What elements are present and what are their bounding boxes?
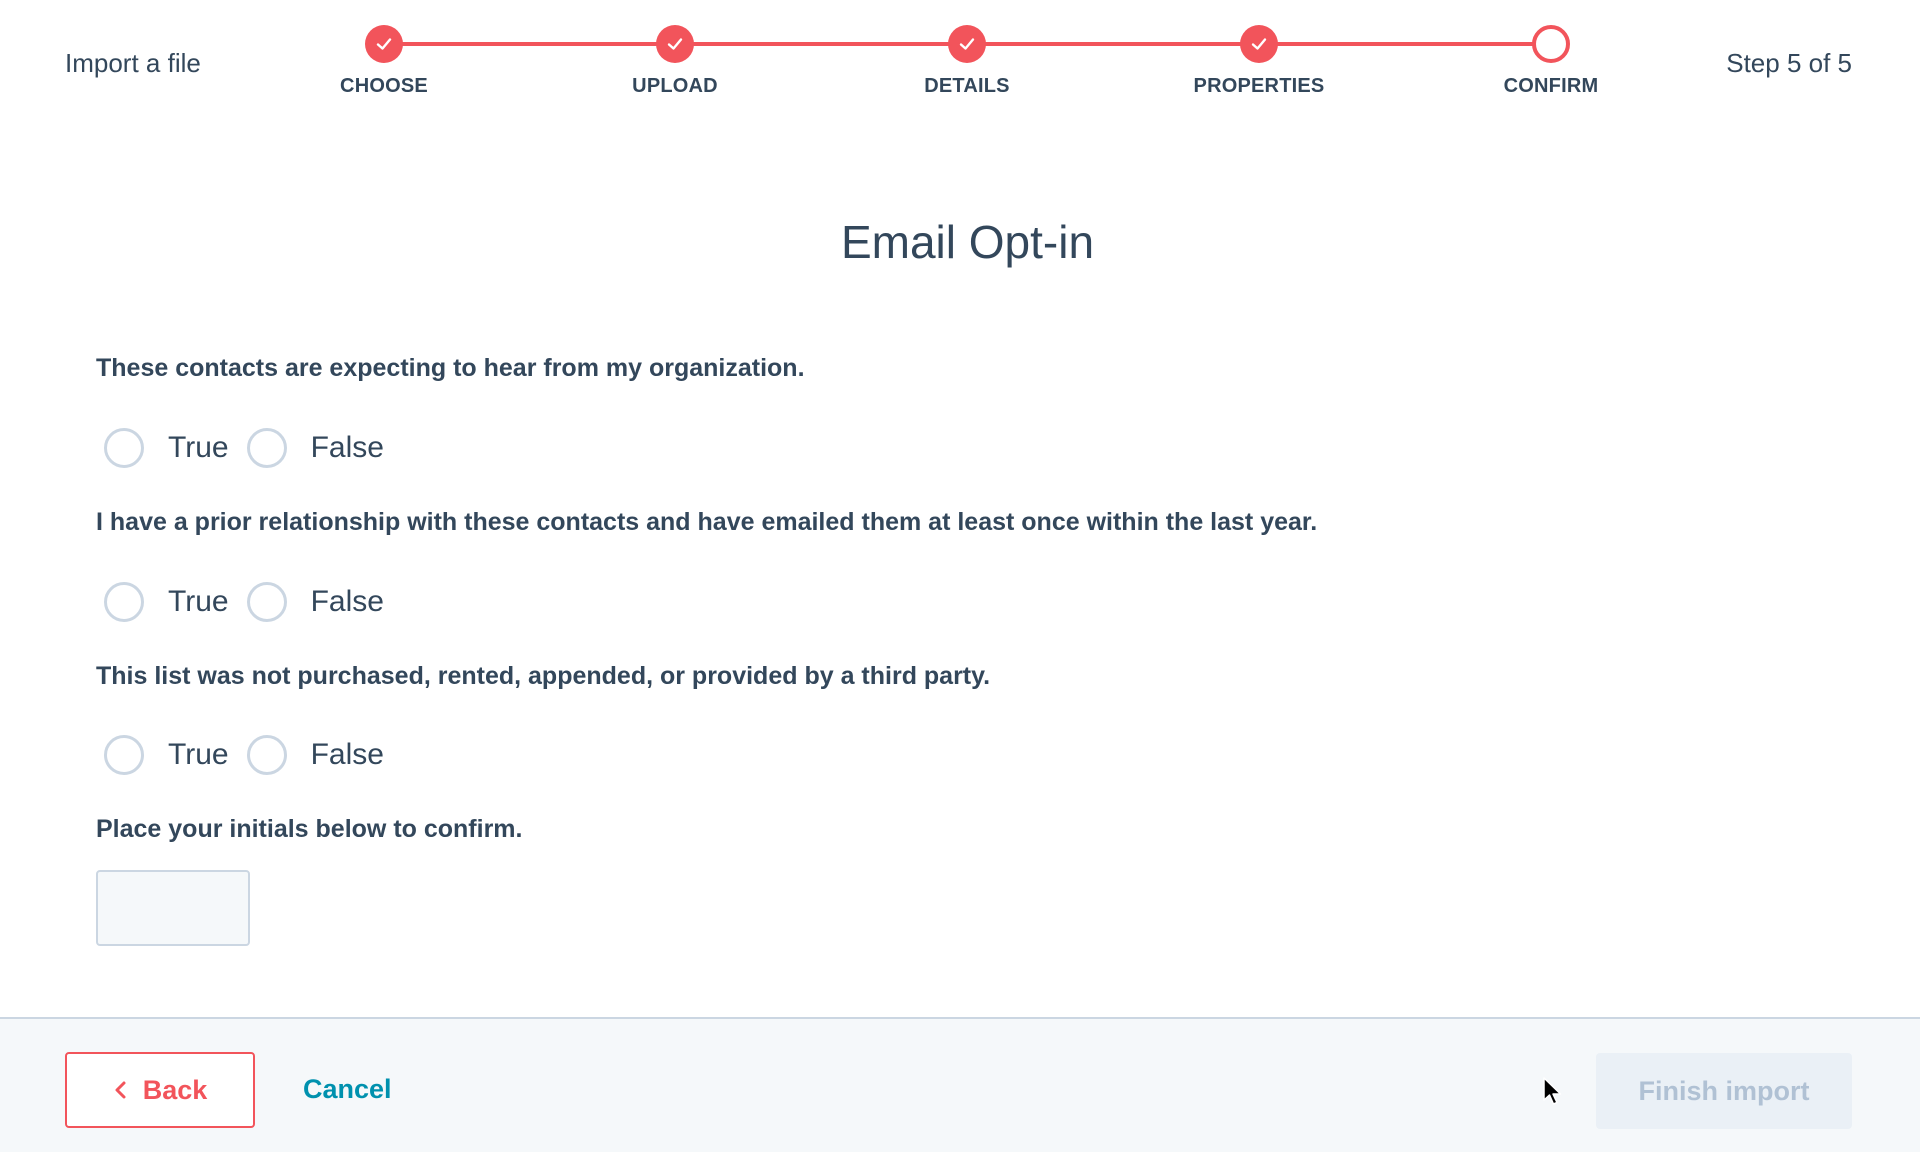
mouse-cursor-icon [1543,1077,1562,1105]
radio-label[interactable]: False [311,585,384,619]
step-confirm: CONFIRM [1451,25,1651,98]
radio-option-true[interactable]: True [104,428,247,468]
check-icon [376,38,392,50]
step-label: CONFIRM [1503,75,1599,97]
header: Import a file CHOOSE UPLOAD DETAILS PROP… [0,0,1920,130]
radio-option-false[interactable]: False [246,428,402,468]
radio-group: True False [104,426,402,470]
step-complete-circle [365,25,403,63]
back-button-label: Back [142,1074,208,1105]
check-icon [1251,38,1267,50]
step-properties: PROPERTIES [1159,25,1359,98]
initials-label: Place your initials below to confirm. [96,815,523,843]
radio-button[interactable] [104,735,144,775]
step-label: UPLOAD [632,75,718,97]
step-label: CHOOSE [340,75,428,97]
step-label: PROPERTIES [1193,75,1325,97]
radio-label[interactable]: False [311,431,384,465]
question-label: This list was not purchased, rented, app… [96,662,991,690]
step-upload: UPLOAD [575,25,775,98]
step-choose: CHOOSE [284,25,484,98]
step-complete-circle [656,25,694,63]
step-current-circle [1532,25,1570,63]
radio-button[interactable] [246,428,287,468]
radio-label[interactable]: True [168,431,229,465]
radio-option-true[interactable]: True [104,735,247,775]
radio-button[interactable] [104,428,144,468]
back-button[interactable]: Back [65,1052,255,1128]
radio-button[interactable] [246,582,287,622]
check-icon [667,38,683,50]
question-label: I have a prior relationship with these c… [96,508,1318,536]
radio-group: True False [104,580,402,624]
step-details: DETAILS [867,25,1067,98]
radio-group: True False [104,733,402,777]
chevron-left-icon [115,1081,126,1099]
radio-label[interactable]: True [168,585,229,619]
radio-option-true[interactable]: True [104,582,247,622]
step-label: DETAILS [924,75,1010,97]
footer-bar: Back Cancel Finish import [0,1017,1920,1152]
radio-option-false[interactable]: False [246,735,402,775]
step-count: Step 5 of 5 [1726,48,1852,78]
question-label: These contacts are expecting to hear fro… [96,354,805,382]
initials-input[interactable] [96,870,250,946]
check-icon [959,38,975,50]
finish-import-button[interactable]: Finish import [1596,1053,1852,1129]
radio-button[interactable] [104,582,144,622]
radio-label[interactable]: False [311,738,384,772]
radio-label[interactable]: True [168,738,229,772]
progress-stepper: CHOOSE UPLOAD DETAILS PROPERTIES CONFIRM [0,0,1920,120]
step-complete-circle [948,25,986,63]
cancel-link[interactable]: Cancel [303,1074,392,1105]
radio-button[interactable] [246,735,287,775]
step-complete-circle [1240,25,1278,63]
radio-option-false[interactable]: False [246,582,402,622]
page-title: Email Opt-in [840,216,1095,268]
